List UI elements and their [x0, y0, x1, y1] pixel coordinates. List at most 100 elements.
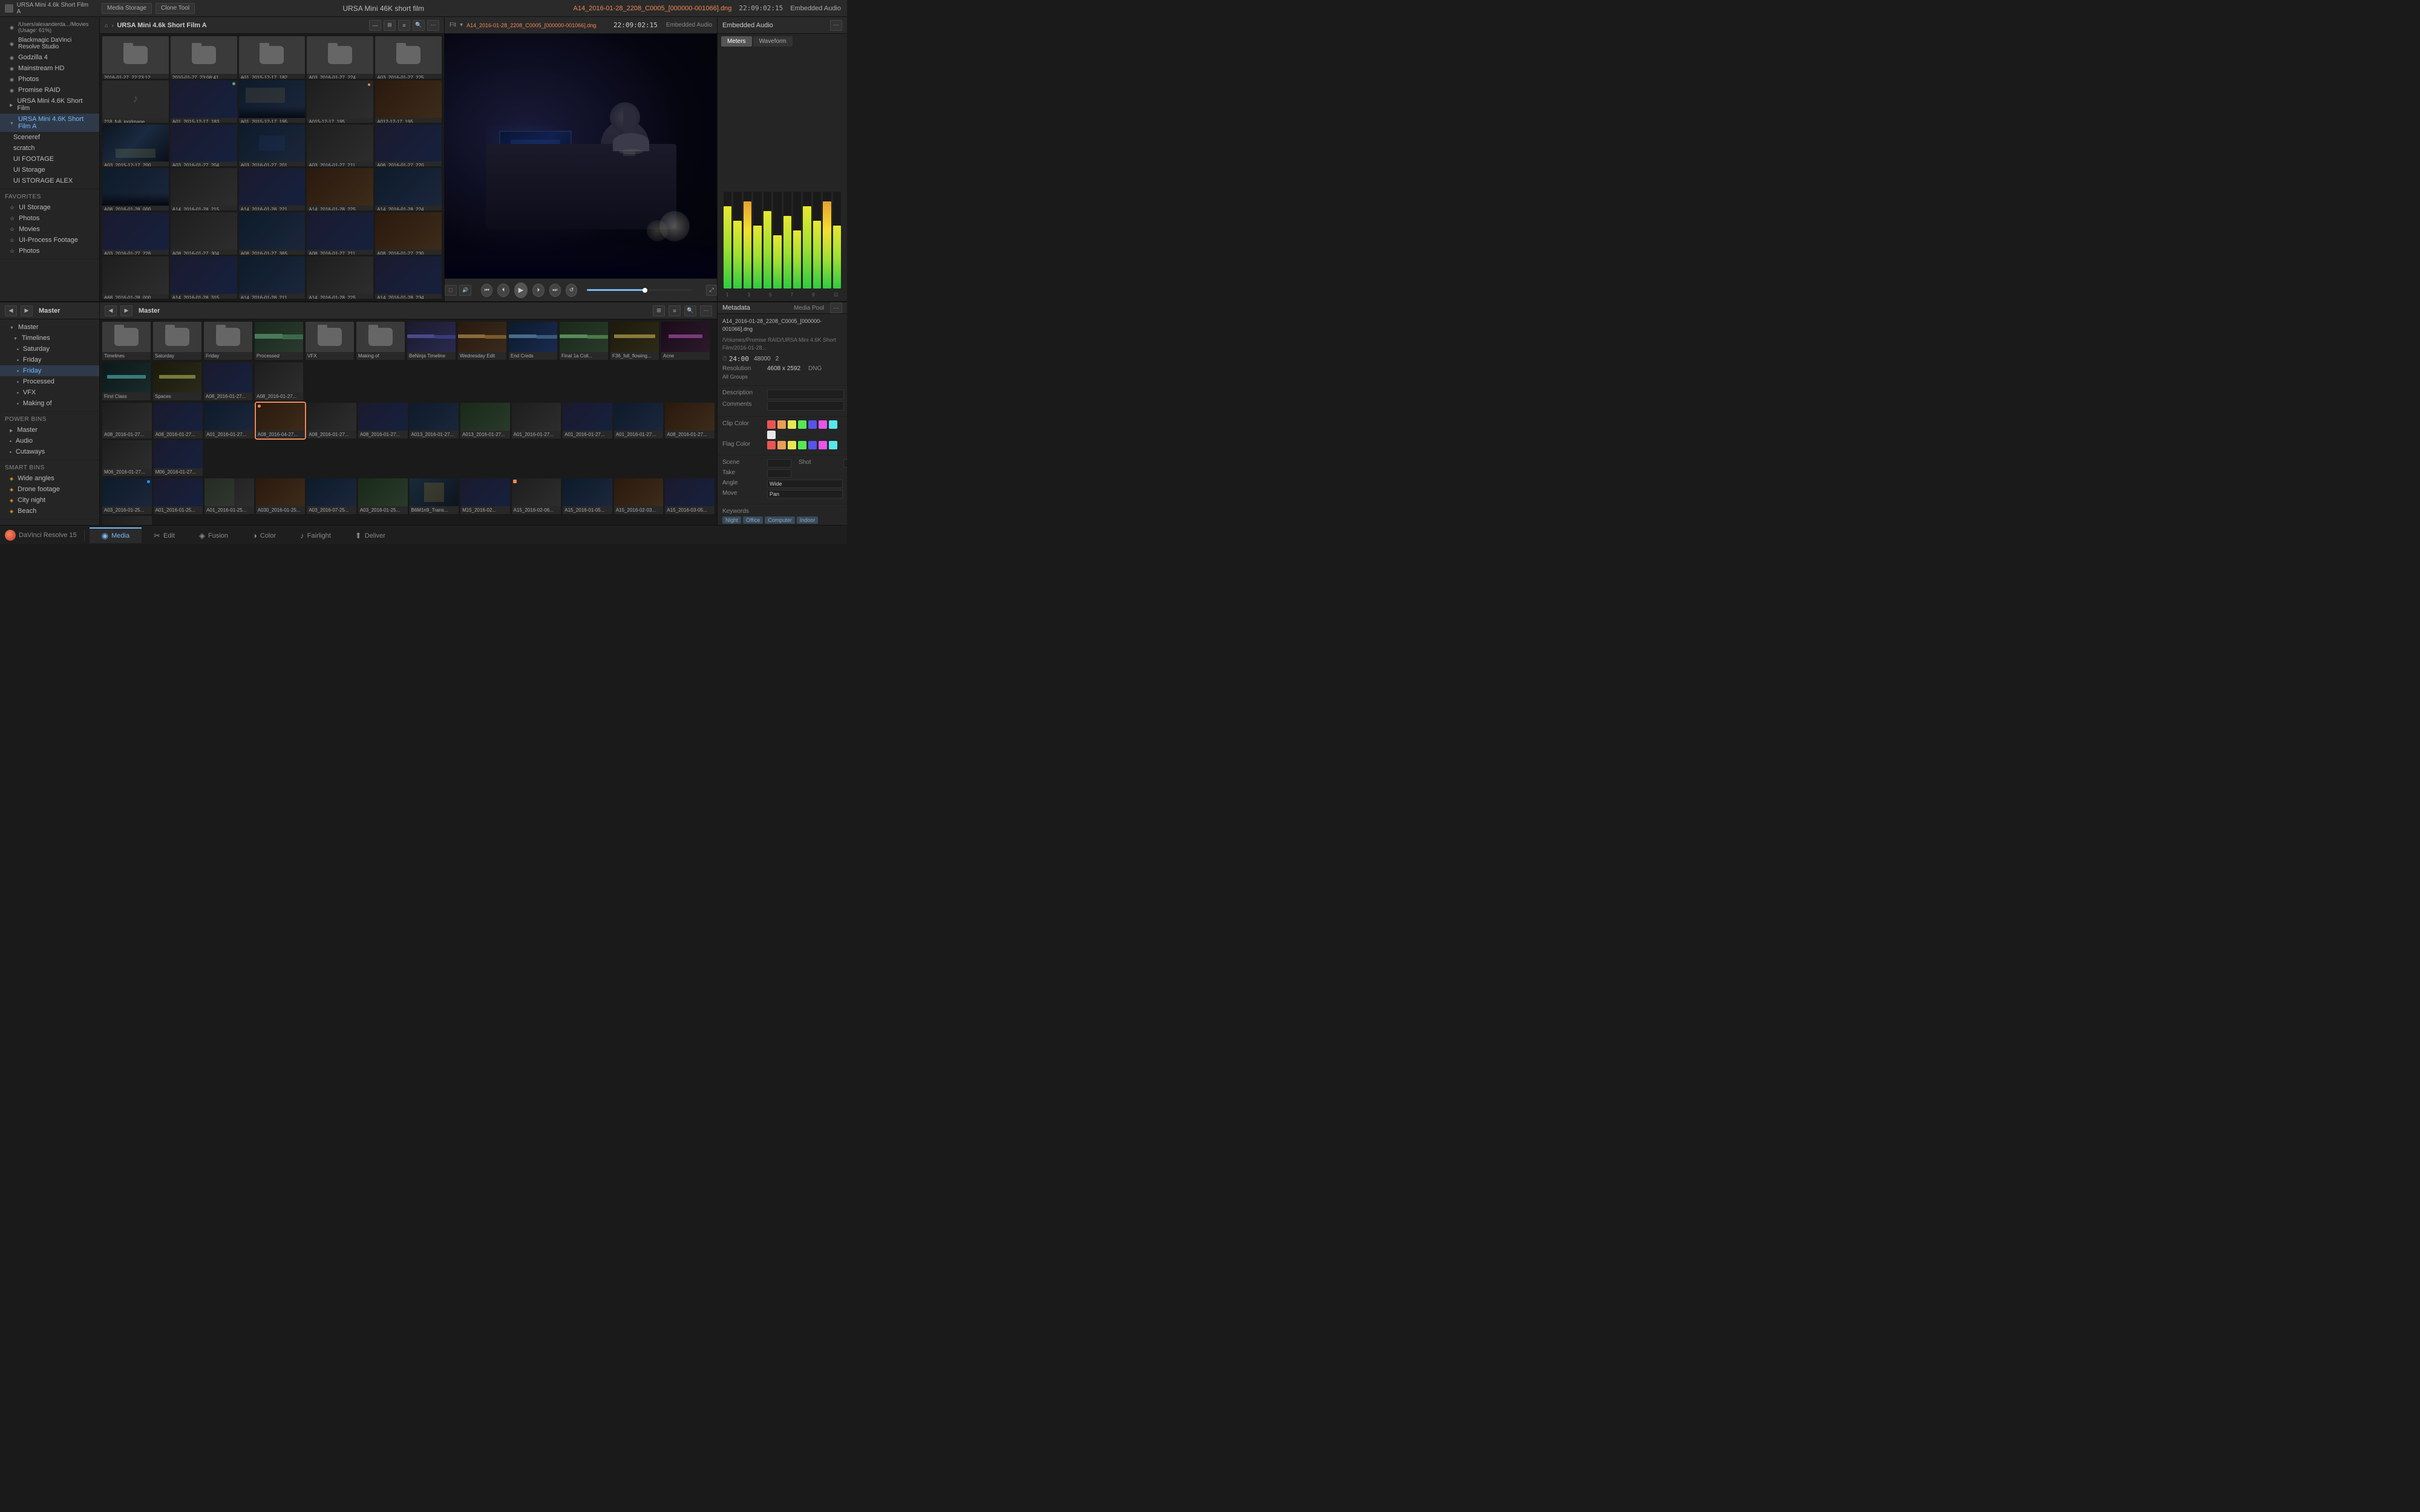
nav-fairlight-btn[interactable]: ♪ Fairlight: [288, 527, 343, 543]
timeline-a08-2[interactable]: A08_2016-01-27...: [255, 362, 303, 400]
flag-color-swatch-3[interactable]: [798, 441, 806, 449]
nav-color-btn[interactable]: ◑ Color: [240, 527, 288, 543]
sidebar-item-ui-footage[interactable]: UI FOOTAGE: [0, 154, 99, 165]
bottom-list-view[interactable]: ≡: [669, 305, 681, 316]
media-thumb-17[interactable]: A14_2016-01-28_221...: [239, 168, 306, 210]
bin-clip-3[interactable]: A08_2016-04-27...: [256, 403, 306, 438]
bin-clip-7[interactable]: A013_2016-01-27...: [460, 403, 510, 438]
smart-city-night[interactable]: City night: [0, 495, 99, 506]
preview-scrubbar[interactable]: [587, 289, 692, 291]
bin-clip-6[interactable]: A013_2016-01-27...: [410, 403, 459, 438]
bin-clip-0[interactable]: A08_2016-01-27...: [102, 403, 152, 438]
bin-clip-8[interactable]: A01_2016-01-27...: [512, 403, 561, 438]
media-thumb-1[interactable]: 2010-01-27_23:08:41: [171, 36, 237, 79]
grid-view-btn[interactable]: ⊞: [384, 20, 396, 31]
vfx-item[interactable]: VFX: [0, 387, 99, 398]
play-btn[interactable]: ▶: [514, 282, 528, 298]
timeline-vfx[interactable]: VFX: [306, 322, 354, 360]
sidebar-item-blackmagic[interactable]: Blackmagic DaVinci Resolve Studio: [0, 35, 99, 52]
timeline-end-creds[interactable]: End Creds: [509, 322, 557, 360]
sidebar-item-ui-storage-alex[interactable]: UI STORAGE ALEX: [0, 175, 99, 186]
clip-color-swatch-6[interactable]: [829, 420, 837, 429]
sidebar-item-disk-1[interactable]: /Users/alexanderda.../Movies (Usage: 61%…: [0, 19, 99, 35]
more-btn[interactable]: ⋯: [427, 20, 439, 31]
clip-color-swatch-7[interactable]: [767, 431, 776, 439]
media-thumb-19[interactable]: A14_2016-01-28_224...: [375, 168, 442, 210]
smart-wide-angles[interactable]: Wide angles: [0, 473, 99, 484]
waveform-tab[interactable]: Waveform: [753, 36, 793, 47]
power-master-item[interactable]: Master: [0, 425, 99, 435]
bin-clip-10[interactable]: A01_2016-01-27...: [614, 403, 664, 438]
bin-r2-4[interactable]: A03_2016-07-25...: [307, 478, 356, 514]
fav-movies[interactable]: Movies: [0, 224, 99, 235]
preview-volume-btn[interactable]: 🔊: [459, 285, 471, 296]
media-thumb-13[interactable]: A03_2016-01-27_211...: [307, 125, 373, 167]
nav-edit-btn[interactable]: ✂ Edit: [142, 527, 187, 543]
sidebar-item-photos[interactable]: Photos: [0, 74, 99, 85]
media-thumb-6[interactable]: A01_2015-12-17_183...: [171, 80, 237, 123]
keyword-tag-0[interactable]: Night: [722, 516, 741, 524]
media-thumb-21[interactable]: A08_2016-01-27_304...: [171, 212, 237, 255]
move-input[interactable]: Pan: [767, 490, 843, 498]
media-thumb-14[interactable]: A06_2016-01-27_220...: [375, 125, 442, 167]
take-input[interactable]: [767, 469, 791, 478]
scene-input[interactable]: [767, 459, 791, 468]
prev-frame-btn[interactable]: ⏴: [497, 284, 509, 297]
clip-color-swatch-0[interactable]: [767, 420, 776, 429]
sidebar-item-ursa2[interactable]: URSA Mini 4.6K Short Film A: [0, 114, 99, 132]
media-thumb-0[interactable]: 2016-01-27_22:23:12: [102, 36, 169, 79]
clone-tool-btn[interactable]: Clone Tool: [155, 3, 195, 14]
bottom-grid-view[interactable]: ⊞: [653, 305, 665, 316]
sidebar-item-ui-storage[interactable]: UI Storage: [0, 165, 99, 175]
bin-r2-9[interactable]: A15_2016-01-05...: [563, 478, 612, 514]
clip-color-swatch-5[interactable]: [819, 420, 827, 429]
media-thumb-3[interactable]: A03_2016-01-27_224...: [307, 36, 373, 79]
power-audio-item[interactable]: Audio: [0, 435, 99, 446]
angle-input[interactable]: Wide: [767, 480, 843, 488]
flag-color-swatch-1[interactable]: [777, 441, 786, 449]
media-thumb-16[interactable]: A14_2016-01-28_215...: [171, 168, 237, 210]
fav-ui-storage[interactable]: UI Storage: [0, 202, 99, 213]
fav-photos[interactable]: Photos: [0, 213, 99, 224]
timeline-timelines[interactable]: Timelines: [102, 322, 151, 360]
fav-process[interactable]: UI-Process Footage: [0, 235, 99, 246]
sidebar-item-godzilla[interactable]: Godzilla 4: [0, 52, 99, 63]
keyword-tag-3[interactable]: Indoor: [797, 516, 819, 524]
timeline-saturday[interactable]: Saturday: [153, 322, 201, 360]
media-thumb-23[interactable]: A08_2016-01-27_211...: [307, 212, 373, 255]
bin-clip-11[interactable]: A08_2016-01-27...: [665, 403, 715, 438]
processed-item[interactable]: Processed: [0, 376, 99, 387]
friday-item-2[interactable]: Friday: [0, 365, 99, 376]
bottom-prev-btn[interactable]: ◀: [105, 305, 117, 316]
media-thumb-28[interactable]: A14_2016-01-28_225...: [307, 256, 373, 299]
flag-color-swatch-5[interactable]: [819, 441, 827, 449]
audio-more-btn[interactable]: ⋯: [830, 20, 842, 31]
bin-r2-3[interactable]: A030_2016-01-25...: [256, 478, 306, 514]
clip-color-swatch-2[interactable]: [788, 420, 796, 429]
timeline-friday[interactable]: Friday: [204, 322, 252, 360]
media-thumb-24[interactable]: A08_2016-01-27_230...: [375, 212, 442, 255]
loop-btn[interactable]: ↺: [566, 284, 577, 297]
bottom-next-btn[interactable]: ▶: [120, 305, 132, 316]
media-thumb-4[interactable]: A03_2016-01-27_225...: [375, 36, 442, 79]
timeline-spaces[interactable]: Spaces: [153, 362, 201, 400]
fullscreen-btn[interactable]: ⤢: [706, 285, 717, 296]
bin-clip-9[interactable]: A01_2016-01-27...: [563, 403, 612, 438]
sidebar-item-sceneref[interactable]: Sceneref: [0, 132, 99, 143]
media-thumb-7[interactable]: A01_2015-12-17_195...: [239, 80, 306, 123]
shot-input[interactable]: [843, 459, 847, 468]
media-thumb-9[interactable]: A012-12-17_195...: [375, 80, 442, 123]
bottom-right-ctrl[interactable]: ▶: [21, 305, 33, 316]
bin-clip-12[interactable]: M06_2016-01-27...: [102, 440, 152, 476]
scrub-thumb[interactable]: [643, 288, 647, 293]
timeline-beninja[interactable]: BeNinja Timeline: [407, 322, 456, 360]
slider-ctrl[interactable]: —: [369, 20, 381, 31]
skip-to-start-btn[interactable]: ⏮: [481, 284, 492, 297]
nav-fusion-btn[interactable]: ◈ Fusion: [187, 527, 240, 543]
bin-r2-1[interactable]: A01_2016-01-25...: [154, 478, 203, 514]
sidebar-item-ursa1[interactable]: URSA Mini 4.6K Short Film: [0, 96, 99, 114]
smart-drone-footage[interactable]: Drone footage: [0, 484, 99, 495]
media-thumb-18[interactable]: A14_2016-01-28_225...: [307, 168, 373, 210]
bin-clip-13[interactable]: M06_2016-01-27...: [154, 440, 203, 476]
preview-monitor-btn[interactable]: ⬚: [445, 285, 457, 296]
